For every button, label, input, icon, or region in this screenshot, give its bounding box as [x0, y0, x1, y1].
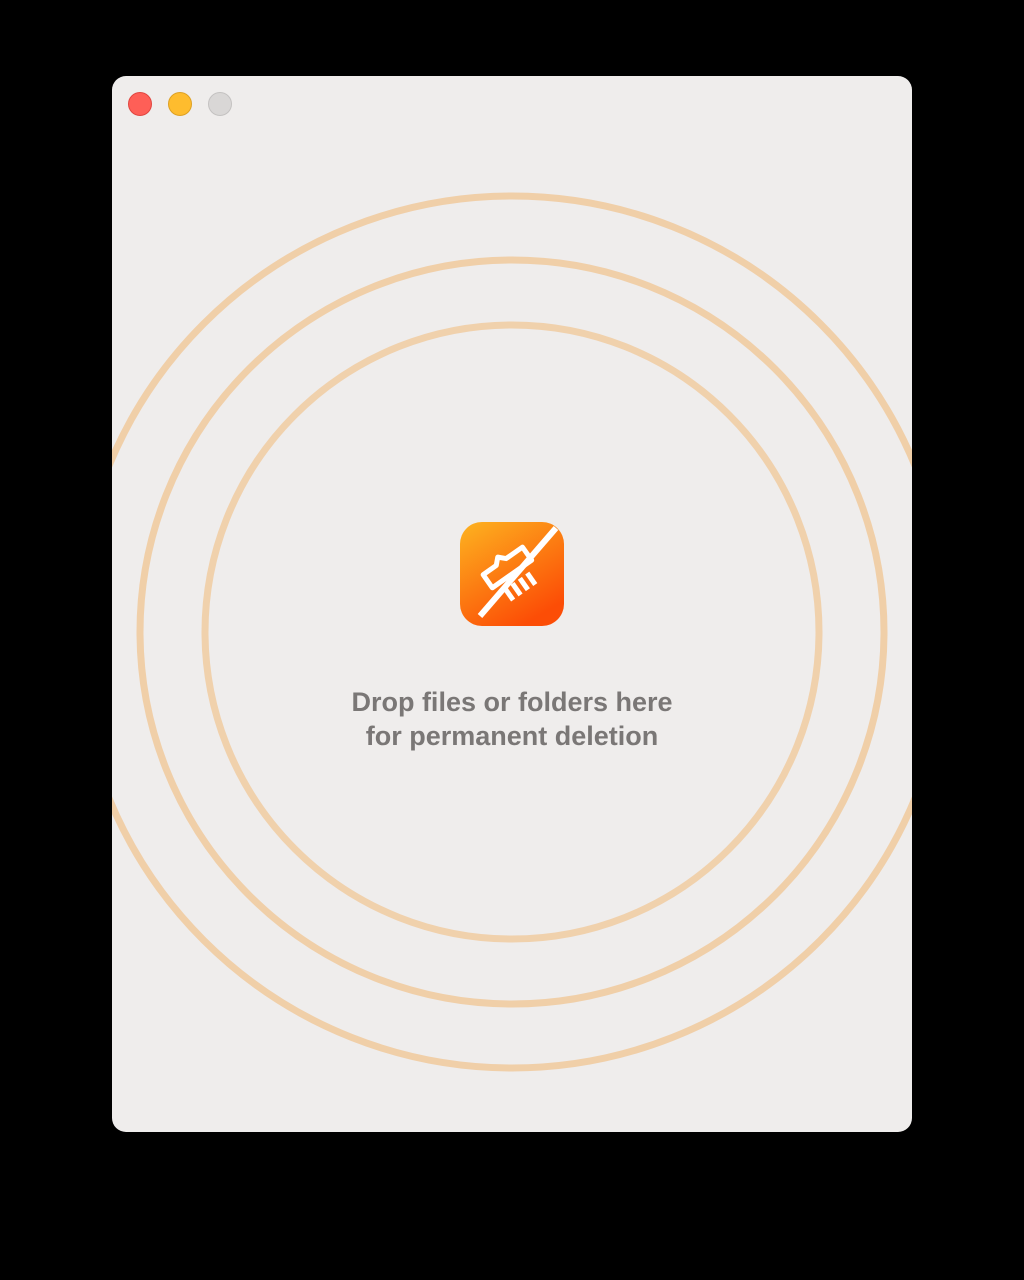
- app-window: Drop files or folders here for permanent…: [112, 76, 912, 1132]
- minimize-button[interactable]: [168, 92, 192, 116]
- desktop-backdrop: Drop files or folders here for permanent…: [0, 0, 1024, 1280]
- window-controls: [128, 92, 232, 116]
- shredder-icon: [460, 522, 564, 626]
- close-button[interactable]: [128, 92, 152, 116]
- zoom-button[interactable]: [208, 92, 232, 116]
- drop-zone[interactable]: Drop files or folders here for permanent…: [112, 520, 912, 753]
- drop-instructions: Drop files or folders here for permanent…: [112, 685, 912, 753]
- drop-instructions-line-2: for permanent deletion: [365, 721, 659, 751]
- drop-instructions-line-1: Drop files or folders here: [351, 687, 673, 717]
